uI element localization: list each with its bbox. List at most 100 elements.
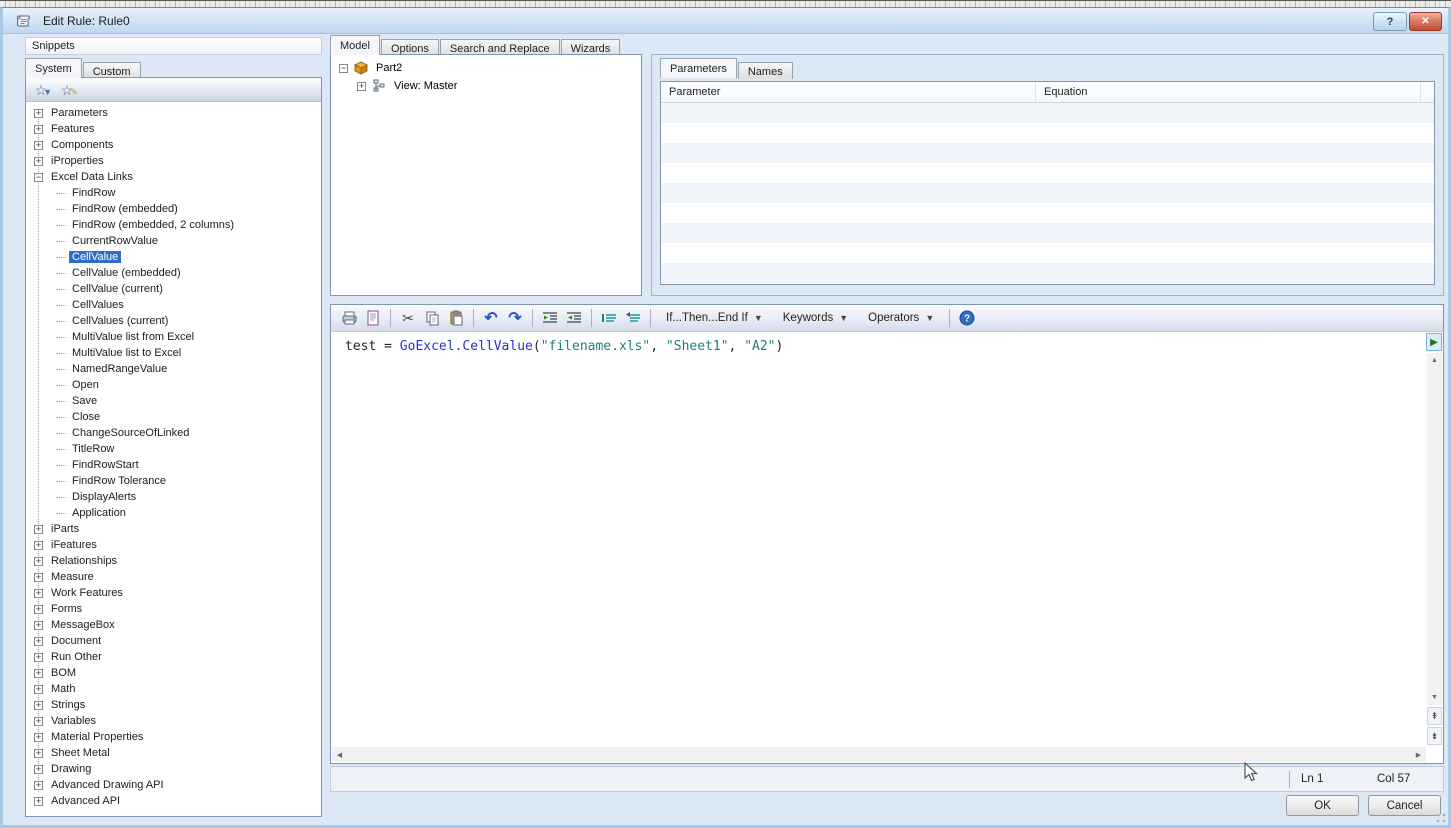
- resize-grip[interactable]: [1435, 812, 1447, 824]
- tree-item-titlerow[interactable]: TitleRow: [26, 441, 321, 457]
- tree-item-run-other[interactable]: + Run Other: [26, 649, 321, 665]
- expand-icon[interactable]: +: [34, 652, 43, 662]
- tree-item-save[interactable]: Save: [26, 393, 321, 409]
- table-row[interactable]: [661, 263, 1434, 283]
- tree-item-advanced-api[interactable]: + Advanced API: [26, 793, 321, 809]
- expand-icon[interactable]: +: [34, 572, 43, 582]
- tree-item-application[interactable]: Application: [26, 505, 321, 521]
- tree-item-view-master[interactable]: + View: Master: [331, 77, 641, 95]
- expand-icon[interactable]: +: [34, 764, 43, 774]
- copy-icon[interactable]: [420, 307, 444, 329]
- expand-icon[interactable]: +: [34, 716, 43, 726]
- tree-item-parameters[interactable]: + Parameters: [26, 105, 321, 121]
- expand-icon[interactable]: +: [34, 524, 43, 534]
- tree-item-document[interactable]: + Document: [26, 633, 321, 649]
- tree-item-namedrangevalue[interactable]: NamedRangeValue: [26, 361, 321, 377]
- print-icon[interactable]: [337, 307, 361, 329]
- tree-item-findrow[interactable]: FindRow: [26, 185, 321, 201]
- vertical-scrollbar[interactable]: ▲ ▼: [1427, 353, 1442, 705]
- tree-item-displayalerts[interactable]: DisplayAlerts: [26, 489, 321, 505]
- filter-snippets-star-icon[interactable]: ☆ ▼: [32, 81, 52, 99]
- scroll-up-icon[interactable]: ▲: [1427, 353, 1442, 368]
- table-row[interactable]: [661, 123, 1434, 143]
- table-row[interactable]: [661, 223, 1434, 243]
- tree-item-variables[interactable]: + Variables: [26, 713, 321, 729]
- tree-item-cellvalues-current[interactable]: CellValues (current): [26, 313, 321, 329]
- collapse-icon[interactable]: −: [339, 63, 348, 73]
- comment-icon[interactable]: [597, 307, 621, 329]
- tree-item-cellvalues[interactable]: CellValues: [26, 297, 321, 313]
- tree-item-ifeatures[interactable]: + iFeatures: [26, 537, 321, 553]
- expand-icon[interactable]: +: [34, 636, 43, 646]
- tree-item-close[interactable]: Close: [26, 409, 321, 425]
- expand-icon[interactable]: +: [34, 588, 43, 598]
- paste-icon[interactable]: [444, 307, 468, 329]
- help-icon[interactable]: ?: [955, 307, 979, 329]
- ok-button[interactable]: OK: [1286, 795, 1359, 816]
- code-editor-text[interactable]: test = GoExcel.CellValue("filename.xls",…: [332, 332, 1426, 746]
- cancel-button[interactable]: Cancel: [1368, 795, 1441, 816]
- undo-icon[interactable]: ↶: [479, 307, 503, 329]
- page-down-button[interactable]: ⇟: [1427, 727, 1442, 745]
- redo-icon[interactable]: ↷: [503, 307, 527, 329]
- close-button[interactable]: ✕: [1409, 12, 1442, 31]
- titlebar-help-button[interactable]: ?: [1373, 12, 1407, 31]
- tree-item-multivalue-list-to-excel[interactable]: MultiValue list to Excel: [26, 345, 321, 361]
- tree-item-multivalue-list-from-excel[interactable]: MultiValue list from Excel: [26, 329, 321, 345]
- table-row[interactable]: [661, 243, 1434, 263]
- tree-item-iparts[interactable]: + iParts: [26, 521, 321, 537]
- print-preview-icon[interactable]: [361, 307, 385, 329]
- tree-item-currentrowvalue[interactable]: CurrentRowValue: [26, 233, 321, 249]
- if-then-endif-dropdown[interactable]: If...Then...End If ▼: [658, 308, 771, 328]
- tree-item-findrow-embedded-2-columns[interactable]: FindRow (embedded, 2 columns): [26, 217, 321, 233]
- tree-item-changesourceoflinked[interactable]: ChangeSourceOfLinked: [26, 425, 321, 441]
- tree-item-open[interactable]: Open: [26, 377, 321, 393]
- expand-icon[interactable]: +: [34, 124, 43, 134]
- tree-item-relationships[interactable]: + Relationships: [26, 553, 321, 569]
- page-up-button[interactable]: ⇞: [1427, 707, 1442, 725]
- editor-expand-button[interactable]: ▶: [1426, 333, 1442, 351]
- expand-icon[interactable]: +: [34, 156, 43, 166]
- tab-parameters[interactable]: Parameters: [660, 58, 737, 78]
- snippets-tab-system[interactable]: System: [25, 58, 82, 78]
- tree-item-messagebox[interactable]: + MessageBox: [26, 617, 321, 633]
- tree-item-features[interactable]: + Features: [26, 121, 321, 137]
- tree-item-cellvalue-embedded[interactable]: CellValue (embedded): [26, 265, 321, 281]
- tree-item-material-properties[interactable]: + Material Properties: [26, 729, 321, 745]
- tree-item-findrow-embedded[interactable]: FindRow (embedded): [26, 201, 321, 217]
- uncomment-icon[interactable]: [621, 307, 645, 329]
- scroll-right-icon[interactable]: ▶: [1411, 747, 1426, 762]
- tree-item-bom[interactable]: + BOM: [26, 665, 321, 681]
- edit-snippets-star-icon[interactable]: ☆ ✎: [58, 81, 78, 99]
- tree-item-part2[interactable]: − Part2: [331, 59, 641, 77]
- horizontal-scrollbar[interactable]: ◀ ▶: [332, 747, 1426, 762]
- tree-item-drawing[interactable]: + Drawing: [26, 761, 321, 777]
- cut-icon[interactable]: ✂: [396, 307, 420, 329]
- expand-icon[interactable]: +: [34, 140, 43, 150]
- expand-icon[interactable]: +: [34, 684, 43, 694]
- expand-icon[interactable]: +: [34, 556, 43, 566]
- expand-icon[interactable]: +: [34, 604, 43, 614]
- expand-icon[interactable]: +: [34, 108, 43, 118]
- indent-icon[interactable]: [538, 307, 562, 329]
- tree-item-advanced-drawing-api[interactable]: + Advanced Drawing API: [26, 777, 321, 793]
- tree-item-cellvalue[interactable]: CellValue: [26, 249, 321, 265]
- scroll-left-icon[interactable]: ◀: [332, 747, 347, 762]
- tab-names[interactable]: Names: [737, 62, 793, 79]
- table-row[interactable]: [661, 183, 1434, 203]
- table-row[interactable]: [661, 203, 1434, 223]
- expand-icon[interactable]: +: [34, 540, 43, 550]
- collapse-icon[interactable]: −: [34, 172, 43, 182]
- table-row[interactable]: [661, 143, 1434, 163]
- tree-item-cellvalue-current[interactable]: CellValue (current): [26, 281, 321, 297]
- scroll-down-icon[interactable]: ▼: [1427, 690, 1442, 705]
- tree-item-iproperties[interactable]: + iProperties: [26, 153, 321, 169]
- tree-item-math[interactable]: + Math: [26, 681, 321, 697]
- operators-dropdown[interactable]: Operators ▼: [860, 308, 942, 328]
- expand-icon[interactable]: +: [34, 620, 43, 630]
- expand-icon[interactable]: +: [357, 81, 366, 91]
- tree-item-measure[interactable]: + Measure: [26, 569, 321, 585]
- expand-icon[interactable]: +: [34, 748, 43, 758]
- tree-item-excel-data-links[interactable]: − Excel Data Links: [26, 169, 321, 185]
- tree-item-findrow-tolerance[interactable]: FindRow Tolerance: [26, 473, 321, 489]
